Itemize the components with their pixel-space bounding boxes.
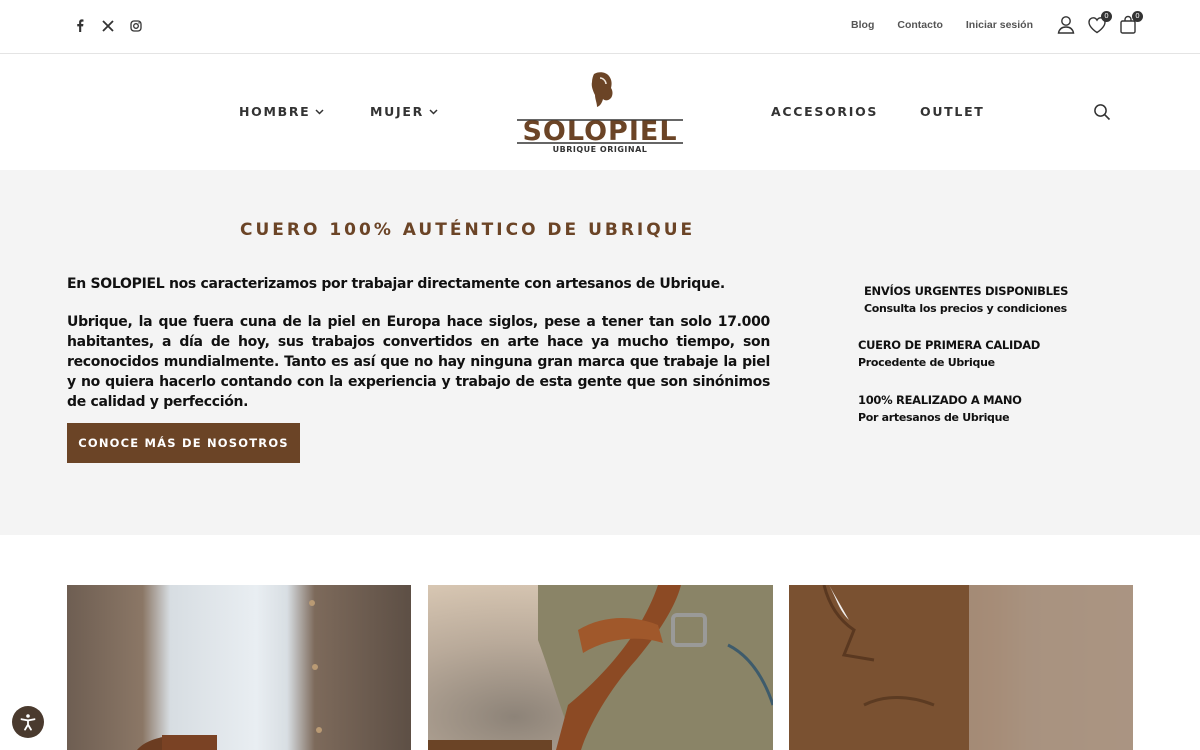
nav-item-accesorios[interactable]: ACCESORIOS (771, 104, 878, 119)
feature-title: CUERO DE PRIMERA CALIDAD (858, 338, 1041, 352)
main-nav: HOMBRE MUJER SOLOPIEL UBRIQUE ORIGINAL A… (0, 54, 1200, 170)
blog-link[interactable]: Blog (851, 19, 874, 31)
category-tile-hombre[interactable] (67, 585, 411, 750)
login-link[interactable]: Iniciar sesión (966, 19, 1033, 31)
cart-icon[interactable]: 0 (1118, 11, 1143, 36)
logo-subtext: UBRIQUE ORIGINAL (553, 145, 648, 154)
nav-label: OUTLET (920, 104, 985, 119)
contact-link[interactable]: Contacto (897, 19, 943, 31)
search-icon[interactable] (1093, 103, 1111, 121)
feature-subtitle: Consulta los precios y condiciones (864, 302, 1067, 315)
feature-title: 100% REALIZADO A MANO (858, 393, 1022, 407)
account-icons: 0 0 (1056, 11, 1143, 36)
top-links: Blog Contacto Iniciar sesión (851, 19, 1033, 31)
about-section: CUERO 100% AUTÉNTICO DE UBRIQUE En SOLOP… (0, 170, 1200, 535)
feature-handmade: 100% REALIZADO A MANO Por artesanos de U… (858, 391, 1022, 427)
social-links (72, 18, 143, 33)
nav-item-mujer[interactable]: MUJER (370, 104, 438, 119)
category-tile-accesorios[interactable] (428, 585, 773, 750)
accessibility-button[interactable] (12, 706, 44, 738)
man-shirt-image (137, 600, 322, 750)
feature-quality: CUERO DE PRIMERA CALIDAD Procedente de U… (858, 336, 1040, 372)
tile-button[interactable] (428, 740, 552, 750)
instagram-icon[interactable] (128, 18, 143, 33)
section-title: CUERO 100% AUTÉNTICO DE UBRIQUE (240, 220, 696, 240)
leather-bag-image (538, 585, 773, 750)
logo-wordmark: SOLOPIEL (522, 116, 677, 147)
woman-jacket-image (789, 585, 1133, 750)
cart-count-badge: 0 (1132, 11, 1143, 22)
nav-item-outlet[interactable]: OUTLET (920, 104, 985, 119)
feature-title: ENVÍOS URGENTES DISPONIBLES (864, 284, 1069, 298)
user-icon[interactable] (1056, 14, 1076, 36)
about-paragraph: Ubrique, la que fuera cuna de la piel en… (67, 314, 770, 410)
feature-subtitle: Por artesanos de Ubrique (858, 411, 1010, 424)
facebook-icon[interactable] (72, 18, 87, 33)
intro-text: En SOLOPIEL nos caracterizamos por traba… (67, 276, 725, 292)
nav-label: MUJER (370, 104, 424, 119)
accessibility-icon (20, 714, 36, 731)
nav-label: ACCESORIOS (771, 104, 879, 119)
feature-shipping: ENVÍOS URGENTES DISPONIBLES Consulta los… (864, 282, 1068, 318)
top-bar: Blog Contacto Iniciar sesión 0 0 (0, 0, 1200, 54)
x-icon[interactable] (100, 18, 115, 33)
feature-subtitle: Procedente de Ubrique (858, 356, 995, 369)
chevron-down-icon (315, 108, 324, 115)
wishlist-count-badge: 0 (1101, 11, 1112, 22)
wishlist-icon[interactable]: 0 (1087, 11, 1112, 36)
nav-label: HOMBRE (239, 104, 311, 119)
category-tile-mujer[interactable] (789, 585, 1133, 750)
nav-item-hombre[interactable]: HOMBRE (239, 104, 324, 119)
chevron-down-icon (429, 108, 438, 115)
solopiel-logo[interactable]: SOLOPIEL UBRIQUE ORIGINAL (514, 70, 686, 156)
horse-head-icon (591, 72, 613, 107)
about-us-button[interactable]: CONOCE MÁS DE NOSOTROS (67, 423, 300, 463)
